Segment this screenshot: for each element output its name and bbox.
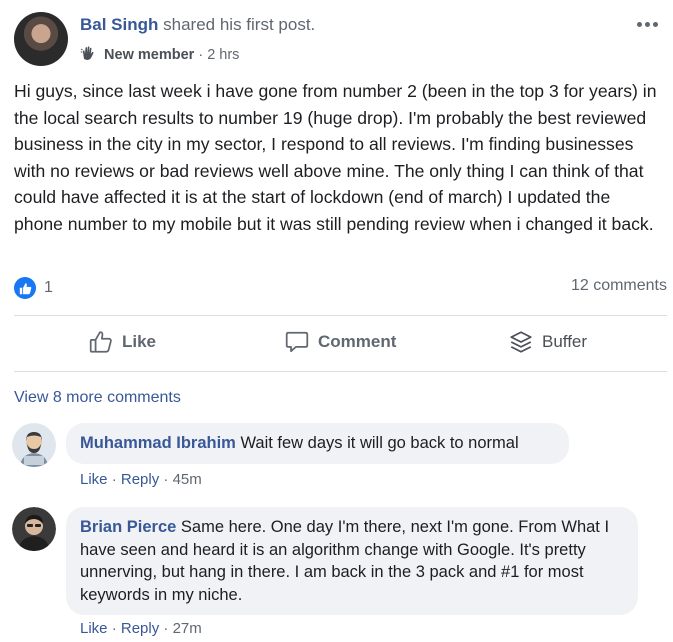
- comment-time[interactable]: 45m: [173, 471, 202, 488]
- like-button[interactable]: Like: [88, 328, 156, 356]
- meta-separator: ·: [111, 471, 121, 488]
- comment-like-link[interactable]: Like: [80, 620, 108, 637]
- commenter-name[interactable]: Brian Pierce: [80, 518, 176, 536]
- commenter-name[interactable]: Muhammad Ibrahim: [80, 434, 236, 452]
- post-body: Hi guys, since last week i have gone fro…: [14, 81, 657, 234]
- author-avatar[interactable]: [14, 12, 68, 66]
- view-more-comments-link[interactable]: View 8 more comments: [14, 389, 181, 407]
- comment-text: Wait few days it will go back to normal: [240, 434, 519, 452]
- comment-like-link[interactable]: Like: [80, 471, 108, 488]
- comment-time[interactable]: 27m: [173, 620, 202, 637]
- comment-bubble: Muhammad Ibrahim Wait few days it will g…: [66, 423, 569, 464]
- comment-meta: Like · Reply · 45m: [80, 471, 202, 488]
- wave-icon: [80, 46, 94, 60]
- comment-bubble: Brian Pierce Same here. One day I'm ther…: [66, 507, 638, 615]
- commenter-avatar[interactable]: [12, 423, 56, 467]
- comment-button[interactable]: Comment: [284, 328, 396, 356]
- thumbs-up-icon: [14, 277, 36, 299]
- comments-count[interactable]: 12 comments: [571, 277, 667, 295]
- post-header: Bal Singh shared his first post. New mem…: [14, 12, 659, 72]
- reactions-summary[interactable]: 1: [14, 276, 53, 300]
- author-line: Bal Singh shared his first post.: [80, 15, 315, 35]
- post-time[interactable]: 2 hrs: [207, 47, 239, 63]
- comment-reply-link[interactable]: Reply: [121, 620, 159, 637]
- like-icon: [89, 331, 112, 353]
- reaction-count: 1: [44, 279, 53, 296]
- meta-separator: ·: [163, 620, 173, 637]
- buffer-button[interactable]: Buffer: [508, 328, 587, 356]
- like-label: Like: [122, 332, 157, 351]
- more-icon[interactable]: [635, 14, 659, 28]
- shared-text: shared his first post.: [163, 15, 316, 34]
- comment-reply-link[interactable]: Reply: [121, 471, 159, 488]
- meta-separator: ·: [198, 47, 208, 63]
- comment-meta: Like · Reply · 27m: [80, 620, 202, 637]
- member-badge: New member: [104, 47, 195, 63]
- comment-icon: [285, 331, 309, 353]
- comment-label: Comment: [318, 332, 397, 351]
- buffer-label: Buffer: [542, 332, 588, 351]
- post-meta: New member · 2 hrs: [80, 45, 239, 63]
- buffer-icon: [510, 331, 532, 353]
- divider: [14, 371, 667, 372]
- author-name[interactable]: Bal Singh: [80, 15, 158, 34]
- meta-separator: ·: [163, 471, 173, 488]
- meta-separator: ·: [111, 620, 121, 637]
- commenter-avatar[interactable]: [12, 507, 56, 551]
- action-bar: Like Comment Buffer: [14, 316, 667, 371]
